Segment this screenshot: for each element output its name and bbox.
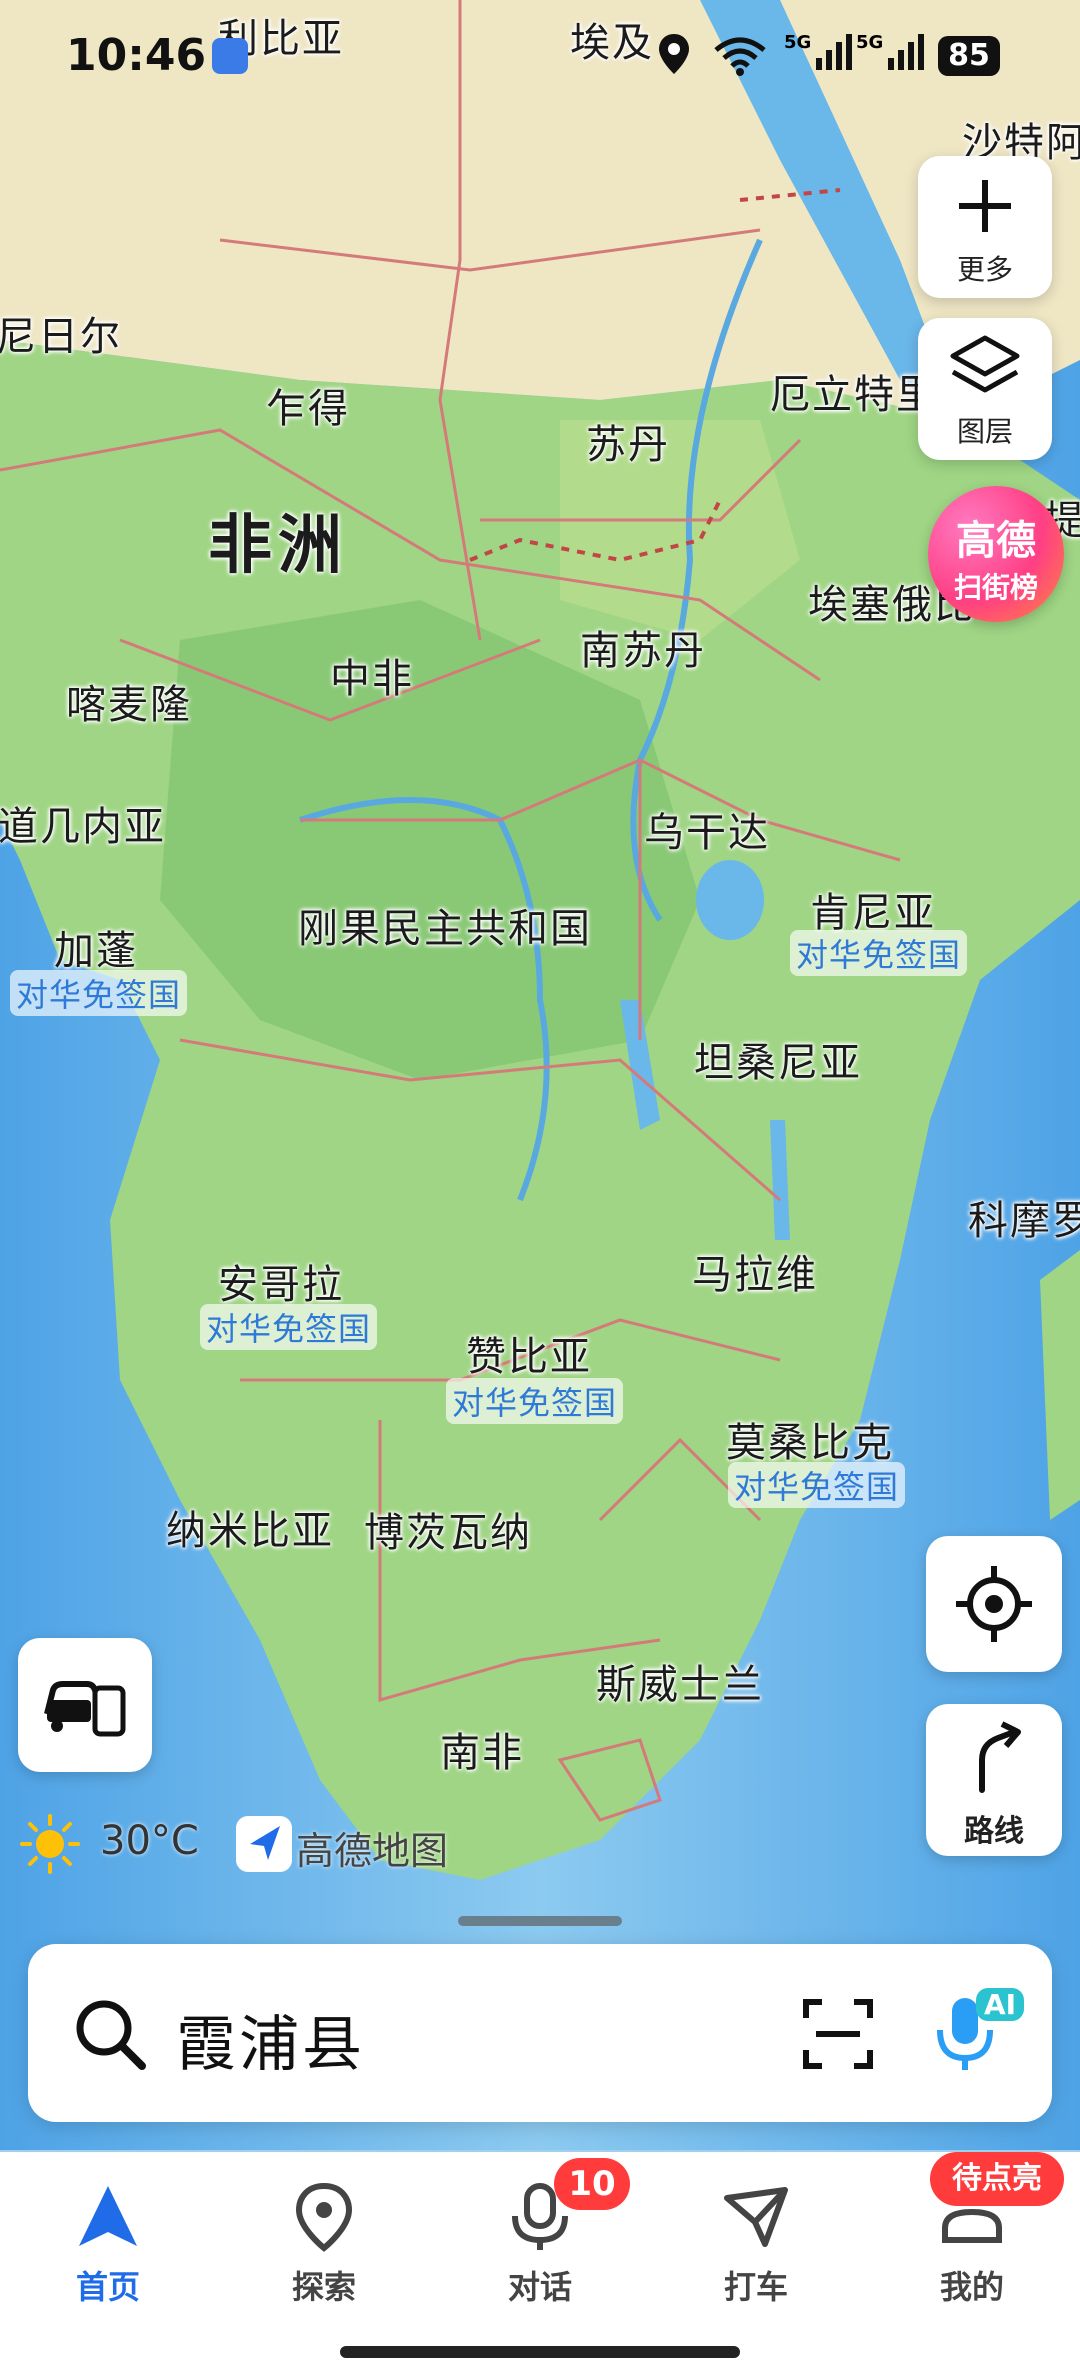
search-icon	[76, 2000, 146, 2070]
signal-5g-icon-2: 5G	[856, 32, 932, 72]
map-label-mozambique[interactable]: 莫桑比克	[726, 1410, 894, 1468]
location-pin-icon	[295, 2182, 353, 2252]
tab-home-label: 首页	[75, 2268, 140, 2306]
map-label-eq-guinea[interactable]: 道几内亚	[0, 794, 166, 852]
layers-button[interactable]: 图层	[918, 318, 1052, 460]
map-label-angola[interactable]: 安哥拉	[218, 1252, 344, 1310]
amap-logo-icon	[236, 1816, 292, 1872]
navigation-arrow-icon	[79, 2186, 137, 2246]
search-bar[interactable]: 霞浦县 AI	[28, 1944, 1052, 2122]
map-label-south-sudan[interactable]: 南苏丹	[580, 618, 706, 676]
tab-explore[interactable]: 探索	[234, 2182, 414, 2308]
map-label-gabon[interactable]: 加蓬	[54, 918, 138, 976]
rank-list-button[interactable]: 高德 扫街榜	[928, 486, 1064, 622]
map-label-eritrea[interactable]: 厄立特里	[770, 362, 938, 420]
tab-home[interactable]: 首页	[18, 2182, 198, 2308]
map-label-uganda[interactable]: 乌干达	[644, 800, 770, 858]
map-label-comoros[interactable]: 科摩罗	[968, 1188, 1080, 1246]
crosshair-icon	[956, 1566, 1032, 1642]
map-label-malawi[interactable]: 马拉维	[692, 1242, 818, 1300]
layers-button-label: 图层	[956, 415, 1013, 448]
status-bar: 10:46 5G 5G 85	[0, 0, 1080, 120]
ai-voice-button[interactable]: AI	[930, 1984, 1030, 2084]
map-label-botswana[interactable]: 博茨瓦纳	[364, 1500, 532, 1558]
more-button-label: 更多	[956, 253, 1013, 286]
map-label-sudan[interactable]: 苏丹	[586, 412, 670, 470]
signal-5g-icon-1: 5G	[784, 32, 860, 72]
wifi-icon	[714, 37, 766, 76]
chat-unread-badge: 10	[554, 2158, 630, 2210]
rank-subtitle: 扫街榜	[953, 571, 1038, 604]
taxi-icon	[724, 2187, 788, 2247]
tab-taxi-label: 打车	[723, 2268, 788, 2306]
profile-badge: 待点亮	[930, 2152, 1064, 2206]
location-icon	[659, 34, 689, 74]
route-button-label: 路线	[964, 1814, 1024, 1849]
tab-taxi[interactable]: 打车	[666, 2182, 846, 2308]
map-label-zambia[interactable]: 赞比亚	[466, 1324, 592, 1382]
sheet-drag-handle[interactable]	[458, 1916, 622, 1926]
map-label-namibia[interactable]: 纳米比亚	[166, 1498, 334, 1556]
map-label-continent: 非洲	[208, 509, 348, 583]
home-indicator	[340, 2346, 740, 2358]
driving-mode-button[interactable]	[18, 1638, 152, 1772]
locate-button[interactable]	[926, 1536, 1062, 1672]
battery-indicator: 85	[938, 36, 1000, 76]
more-button[interactable]: 更多	[918, 156, 1052, 298]
brand-name: 高德地图	[296, 1829, 449, 1873]
calendar-notification-icon	[212, 38, 248, 74]
map-label-car[interactable]: 中非	[330, 646, 414, 704]
rank-title: 高德	[956, 518, 1036, 564]
visa-free-badge-zambia: 对华免签国	[446, 1378, 624, 1424]
search-input[interactable]: 霞浦县	[176, 1996, 365, 2083]
visa-free-badge-gabon: 对华免签国	[10, 970, 188, 1016]
visa-free-badge-kenya: 对华免签国	[790, 930, 968, 976]
map-label-drc[interactable]: 刚果民主共和国	[298, 896, 592, 954]
visa-free-badge-angola: 对华免签国	[200, 1304, 378, 1350]
map-label-tanzania[interactable]: 坦桑尼亚	[694, 1030, 862, 1088]
signal-bars-2	[888, 34, 925, 70]
plus-icon	[959, 180, 1011, 232]
signal-bars-1	[816, 34, 853, 70]
bottom-tab-bar: 首页 探索 对话 10 打车 我的 待点亮	[0, 2152, 1080, 2376]
ai-badge: AI	[976, 1988, 1025, 2021]
tab-explore-label: 探索	[291, 2268, 356, 2306]
map-label-chad[interactable]: 乍得	[266, 376, 350, 434]
route-arrow-icon	[979, 1721, 1021, 1793]
map-label-cameroon[interactable]: 喀麦隆	[66, 672, 192, 730]
route-button[interactable]: 路线	[926, 1704, 1062, 1856]
tab-profile-label: 我的	[939, 2268, 1004, 2306]
car-phone-icon	[44, 1681, 126, 1737]
map-label-south-africa[interactable]: 南非	[440, 1720, 524, 1778]
layers-icon	[950, 335, 1020, 393]
network-label-2: 5G	[856, 32, 884, 53]
network-label-1: 5G	[784, 32, 812, 53]
sun-icon	[20, 1814, 80, 1874]
tab-chat-label: 对话	[507, 2268, 572, 2306]
status-time: 10:46	[66, 30, 207, 81]
scan-icon[interactable]	[802, 1998, 874, 2070]
visa-free-badge-mozambique: 对华免签国	[728, 1462, 906, 1508]
weather-temp: 30°C	[100, 1818, 199, 1864]
map-label-niger[interactable]: 尼日尔	[0, 304, 122, 362]
map-label-eswatini[interactable]: 斯威士兰	[596, 1652, 764, 1710]
